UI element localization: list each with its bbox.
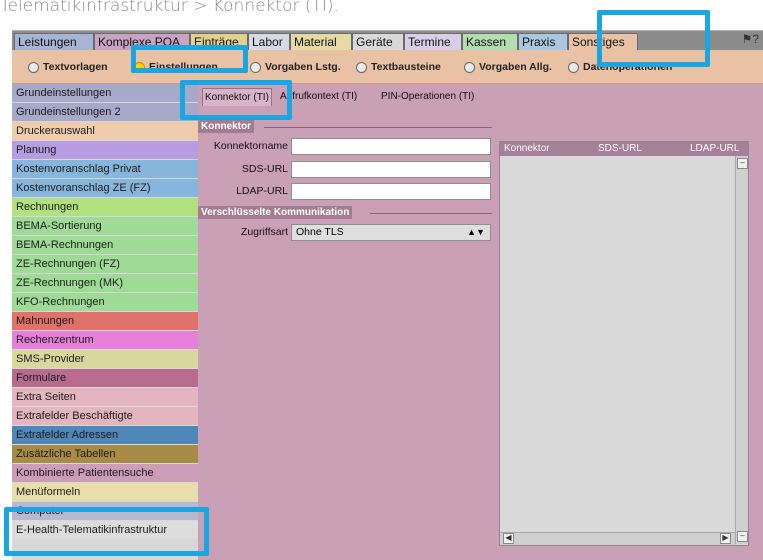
- radio-icon: [250, 61, 261, 73]
- sidebar-item[interactable]: Extrafelder Adressen: [12, 426, 198, 444]
- section-divider: [370, 213, 492, 214]
- tab-sonstiges[interactable]: Sonstiges: [568, 33, 638, 51]
- page-caption: Telematikinfrastruktur > Konnektor (TI).: [0, 0, 339, 16]
- sidebar-item[interactable]: BEMA-Rechnungen: [12, 236, 198, 254]
- tab-termine[interactable]: Termine: [404, 33, 462, 51]
- section-divider: [264, 127, 492, 128]
- tab-kassen[interactable]: Kassen: [462, 33, 518, 51]
- inner-tab-bar: Konnektor (TI) Aufrufkontext (TI) PIN-Op…: [198, 84, 763, 110]
- subtab-vorgaben-allg[interactable]: Vorgaben Allg.: [464, 59, 552, 75]
- sidebar-item[interactable]: BEMA-Sortierung: [12, 217, 198, 235]
- radio-selected-icon: [134, 61, 145, 73]
- tab-geraete[interactable]: Geräte: [352, 33, 404, 51]
- subtab-label: Textbausteine: [371, 61, 441, 73]
- sidebar-item[interactable]: KFO-Rechnungen: [12, 293, 198, 311]
- subtab-vorgaben-lstg[interactable]: Vorgaben Lstg.: [250, 59, 341, 75]
- horizontal-scrollbar[interactable]: ◀ ▶: [500, 532, 735, 545]
- field-label-sds-url: SDS-URL: [241, 163, 288, 175]
- sidebar-item[interactable]: Kombinierte Patientensuche: [12, 464, 198, 482]
- tab-konnektor-ti[interactable]: Konnektor (TI): [202, 88, 272, 106]
- tab-leistungen[interactable]: Leistungen: [14, 33, 94, 51]
- sidebar-item[interactable]: ZE-Rechnungen (MK): [12, 274, 198, 292]
- radio-icon: [568, 61, 579, 73]
- radio-icon: [356, 61, 367, 73]
- zugriffsart-value: Ohne TLS: [296, 226, 344, 238]
- section-konnektor-heading: Konnektor: [198, 120, 254, 133]
- konnektorname-input[interactable]: [291, 138, 491, 155]
- sidebar-item[interactable]: Planung: [12, 141, 198, 159]
- tab-praxis[interactable]: Praxis: [518, 33, 568, 51]
- scroll-up-icon[interactable]: –: [737, 158, 748, 169]
- tab-komplexe-poa[interactable]: Komplexe POA: [94, 33, 190, 51]
- sidebar-item[interactable]: Computer: [12, 502, 198, 520]
- subtab-label: Einstellungen: [149, 61, 218, 73]
- tab-eintraege[interactable]: Einträge: [190, 33, 248, 51]
- scroll-left-icon[interactable]: ◀: [503, 533, 514, 544]
- sidebar-item[interactable]: Grundeinstellungen: [12, 84, 198, 102]
- sidebar-item[interactable]: Formulare: [12, 369, 198, 387]
- main-tab-bar: Leistungen Komplexe POA Einträge Labor M…: [12, 30, 763, 51]
- subtab-label: Vorgaben Allg.: [479, 61, 552, 73]
- sidebar-item[interactable]: Mahnungen: [12, 312, 198, 330]
- column-sds-url[interactable]: SDS-URL: [598, 142, 642, 156]
- subtab-label: Vorgaben Lstg.: [265, 61, 341, 73]
- help-icon[interactable]: ⚑?: [742, 32, 759, 46]
- sidebar-item[interactable]: Extra Seiten: [12, 388, 198, 406]
- section-encryption-heading: Verschlüsselte Kommunikation: [198, 206, 353, 219]
- settings-sidebar: Grundeinstellungen Grundeinstellungen 2 Dr…: [12, 84, 198, 560]
- sidebar-item[interactable]: Extrafelder Beschäftigte: [12, 407, 198, 425]
- sidebar-item[interactable]: Druckerauswahl: [12, 122, 198, 140]
- subtab-datenoperationen[interactable]: Datenoperationen: [568, 59, 738, 75]
- subtab-einstellungen[interactable]: Einstellungen: [134, 59, 218, 75]
- sidebar-item[interactable]: E-Health-Telematikinfrastruktur: [12, 521, 198, 539]
- field-label-konnektorname: Konnektorname: [213, 140, 288, 152]
- subtab-textvorlagen[interactable]: Textvorlagen: [28, 59, 108, 75]
- radio-icon: [28, 61, 39, 73]
- sub-tab-bar: Textvorlagen Einstellungen Vorgaben Lstg…: [12, 50, 763, 84]
- sds-url-input[interactable]: [291, 161, 491, 178]
- sidebar-item[interactable]: Menüformeln: [12, 483, 198, 501]
- konnektor-table: Konnektor SDS-URL LDAP-URL – – ◀ ▶: [499, 141, 749, 546]
- subtab-textbausteine[interactable]: Textbausteine: [356, 59, 441, 75]
- subtab-label: Textvorlagen: [43, 61, 108, 73]
- sidebar-item[interactable]: Grundeinstellungen 2: [12, 103, 198, 121]
- tab-labor[interactable]: Labor: [248, 33, 290, 51]
- sidebar-item[interactable]: Zusätzliche Tabellen: [12, 445, 198, 463]
- select-arrows-icon: ▲▼: [467, 227, 485, 237]
- sidebar-item[interactable]: Rechnungen: [12, 198, 198, 216]
- field-label-zugriffsart: Zugriffsart: [240, 226, 288, 238]
- radio-icon: [464, 61, 475, 73]
- content-panel: Konnektor (TI) Aufrufkontext (TI) PIN-Op…: [198, 84, 763, 560]
- tab-material[interactable]: Material: [290, 33, 352, 51]
- tab-pin-operationen-ti[interactable]: PIN-Operationen (TI): [379, 88, 476, 106]
- sidebar-item[interactable]: Kostenvoranschlag ZE (FZ): [12, 179, 198, 197]
- sidebar-item[interactable]: Rechenzentrum: [12, 331, 198, 349]
- sidebar-item[interactable]: Kostenvoranschlag Privat: [12, 160, 198, 178]
- tab-aufrufkontext-ti[interactable]: Aufrufkontext (TI): [278, 88, 359, 106]
- column-konnektor[interactable]: Konnektor: [504, 142, 550, 156]
- table-header: Konnektor SDS-URL LDAP-URL: [500, 142, 748, 156]
- ldap-url-input[interactable]: [291, 183, 491, 200]
- zugriffsart-select[interactable]: Ohne TLS ▲▼: [291, 224, 491, 241]
- column-ldap-url[interactable]: LDAP-URL: [690, 142, 739, 156]
- subtab-label: Datenoperationen: [583, 61, 673, 73]
- scroll-right-icon[interactable]: ▶: [720, 533, 731, 544]
- vertical-scrollbar[interactable]: – –: [735, 156, 748, 544]
- field-label-ldap-url: LDAP-URL: [236, 185, 288, 197]
- sidebar-item[interactable]: ZE-Rechnungen (FZ): [12, 255, 198, 273]
- scroll-down-icon[interactable]: –: [737, 531, 748, 542]
- sidebar-item[interactable]: SMS-Provider: [12, 350, 198, 368]
